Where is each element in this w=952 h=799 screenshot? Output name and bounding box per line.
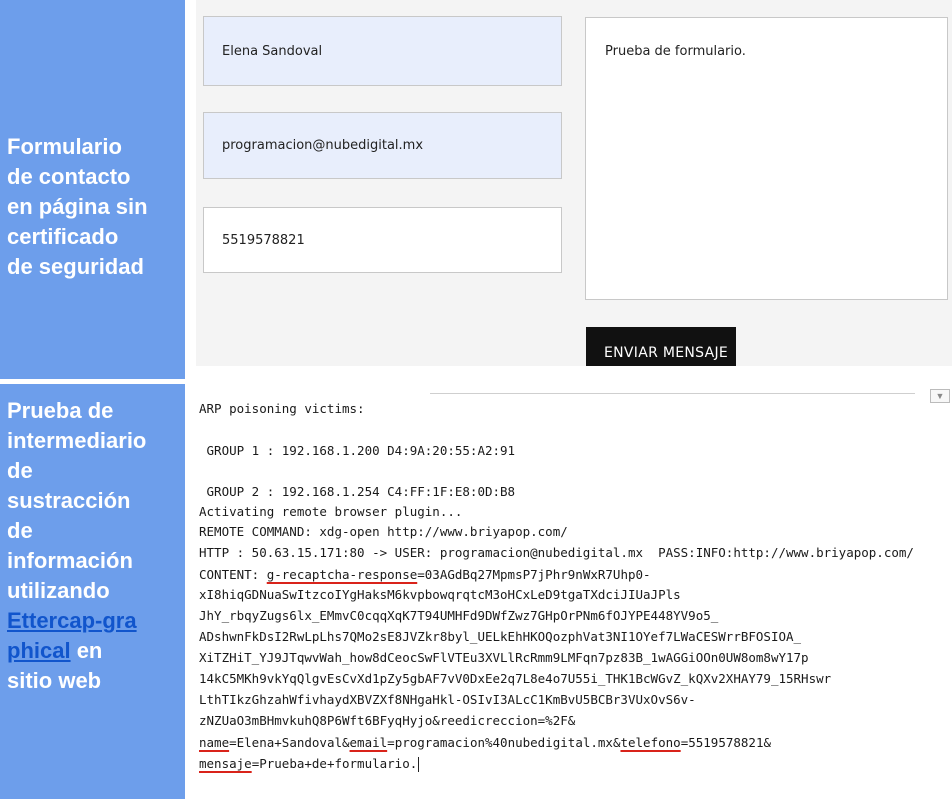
sidebar-bottom-line: sustracción xyxy=(7,488,131,513)
sidebar-after-link: en xyxy=(70,638,103,663)
sidebar-top-panel: Formulario de contacto en página sin cer… xyxy=(0,0,185,379)
sidebar-bottom-line: intermediario xyxy=(7,428,147,453)
email-value: =programacion%40nubedigital.mx& xyxy=(387,735,621,750)
token-line: XiTZHiT_YJ9JTqwvWah_how8dCeocSwFlVTEu3XV… xyxy=(199,650,809,665)
activating-line: Activating remote browser plugin... xyxy=(199,504,463,519)
ettercap-terminal-output: ▼ ARP poisoning victims: GROUP 1 : 192.1… xyxy=(185,384,952,799)
sidebar-link-line-2: phical en xyxy=(7,636,146,666)
name-field[interactable]: Elena Sandoval xyxy=(203,16,562,86)
email-key: email xyxy=(349,735,388,750)
email-field[interactable]: programacion@nubedigital.mx xyxy=(203,112,562,179)
captcha-key: g-recaptcha-response xyxy=(266,567,418,582)
token-line: JhY_rbqyZugs6lx_EMmvC0cqqXqK7T94UMHFd9DW… xyxy=(199,608,719,623)
sidebar-top-caption: Formulario de contacto en página sin cer… xyxy=(7,132,148,282)
group2-line: GROUP 2 : 192.168.1.254 C4:FF:1F:E8:0D:B… xyxy=(199,484,516,499)
sidebar-top-line: certificado xyxy=(7,224,119,249)
ettercap-link-part1[interactable]: Ettercap-gra xyxy=(7,608,137,633)
name-key: name xyxy=(199,735,230,750)
token-line: LthTIkzGhzahWfivhaydXBVZXf8NHgaHkl-OSIvI… xyxy=(199,692,696,707)
telefono-key: telefono xyxy=(620,735,681,750)
telefono-value: =5519578821& xyxy=(680,735,771,750)
ettercap-link-part2[interactable]: phical xyxy=(7,638,71,663)
content-line: CONTENT: g-recaptcha-response=03AGdBq27M… xyxy=(199,565,651,585)
sidebar-link-line-1: Ettercap-gra xyxy=(7,606,146,636)
sidebar-top-line: Formulario xyxy=(7,134,122,159)
sidebar-bottom-line: de xyxy=(7,458,33,483)
message-text: Prueba de formulario. xyxy=(605,44,746,59)
mensaje-value: =Prueba+de+formulario. xyxy=(251,756,418,771)
http-line: HTTP : 50.63.15.171:80 -> USER: programa… xyxy=(199,545,914,560)
text-cursor xyxy=(418,757,420,772)
remote-command-line: REMOTE COMMAND: xdg-open http://www.briy… xyxy=(199,524,568,539)
scroll-down-icon[interactable]: ▼ xyxy=(930,389,950,403)
mensaje-line: mensaje=Prueba+de+formulario. xyxy=(199,754,420,774)
sidebar-top-line: de contacto xyxy=(7,164,131,189)
sidebar-bottom-last-line: sitio web xyxy=(7,668,102,693)
terminal-top-rule xyxy=(430,393,915,394)
name-value: =Elena+Sandoval& xyxy=(229,735,350,750)
token-line: ADshwnFkDsI2RwLpLhs7QMo2sE8JVZkr8byl_UEL… xyxy=(199,629,802,644)
send-message-button[interactable]: ENVIAR MENSAJE xyxy=(586,327,736,366)
captcha-value: =03AGdBq27MpmsP7jPhr9nWxR7Uhp0- xyxy=(417,567,651,582)
victims-title: ARP poisoning victims: xyxy=(199,401,365,416)
token-line: zNZUaO3mBHmvkuhQ8P6Wft6BFyqHyjo&reedicre… xyxy=(199,713,576,728)
sidebar-top-line: en página sin xyxy=(7,194,148,219)
mensaje-key: mensaje xyxy=(199,756,252,771)
form-fields-line: name=Elena+Sandoval&email=programacion%4… xyxy=(199,733,771,753)
phone-field[interactable]: 5519578821 xyxy=(203,207,562,273)
sidebar-bottom-panel: Prueba de intermediario de sustracción d… xyxy=(0,384,185,799)
sidebar-bottom-line: de xyxy=(7,518,33,543)
token-line: 14kC5MKh9vkYqQlgvEsCvXd1pZy5gbAF7vV0DxEe… xyxy=(199,671,832,686)
sidebar-bottom-line: información xyxy=(7,548,133,573)
group1-line: GROUP 1 : 192.168.1.200 D4:9A:20:55:A2:9… xyxy=(199,443,516,458)
sidebar-top-line: de seguridad xyxy=(7,254,144,279)
sidebar-bottom-caption: Prueba de intermediario de sustracción d… xyxy=(7,396,146,696)
token-line: xI8hiqGDNuaSwItzcoIYgHaksM6kvpbowqrqtcM3… xyxy=(199,587,681,602)
message-textarea[interactable]: Prueba de formulario. xyxy=(585,17,948,300)
content-prefix: CONTENT: xyxy=(199,567,267,582)
sidebar-bottom-line: utilizando xyxy=(7,578,110,603)
sidebar-bottom-line: Prueba de xyxy=(7,398,114,423)
